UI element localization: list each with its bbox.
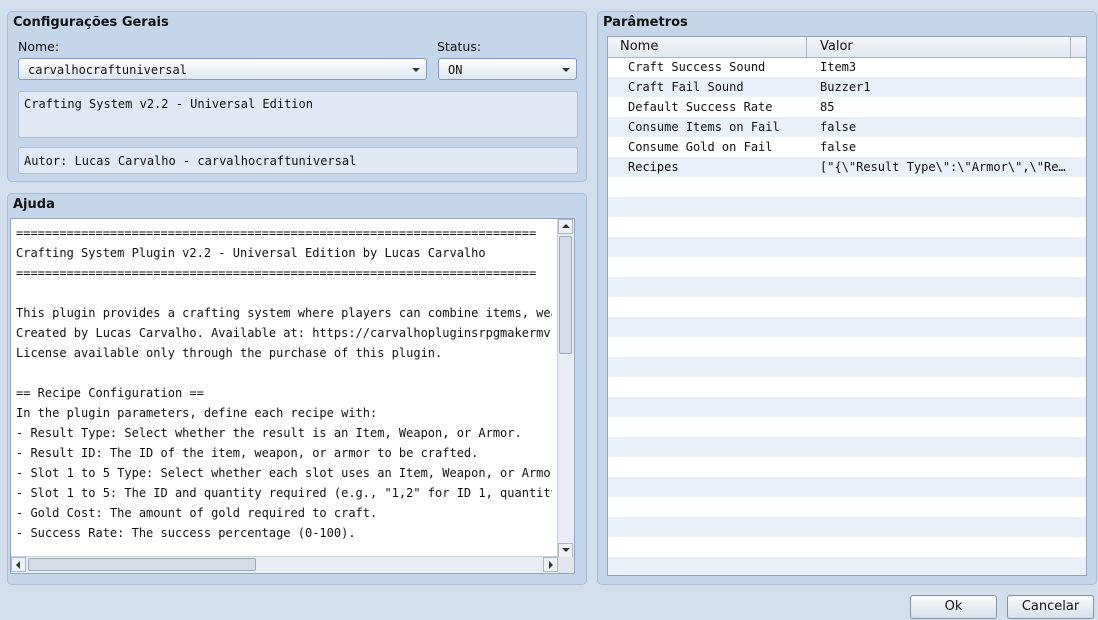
parameters-table-header: Nome Valor [608,37,1086,58]
parameters-title: Parâmetros [603,15,688,30]
column-divider [1070,37,1071,57]
param-value: Buzzer1 [820,80,871,94]
param-value: Item3 [820,60,857,74]
ok-button[interactable]: Ok [910,595,997,619]
empty-row [608,217,1086,237]
name-select[interactable]: carvalhocraftuniversal [18,58,427,80]
scroll-left-button[interactable] [11,557,26,572]
empty-row [608,277,1086,297]
empty-row [608,477,1086,497]
arrow-down-icon [562,548,570,552]
param-value: 85 [820,100,835,114]
empty-row [608,177,1086,197]
empty-row [608,357,1086,377]
empty-row [608,417,1086,437]
empty-row [608,337,1086,357]
help-title: Ajuda [13,197,55,212]
scroll-up-button[interactable] [558,219,573,234]
author-field[interactable]: Autor: Lucas Carvalho - carvalhocraftuni… [18,147,578,174]
status-select[interactable]: ON [438,58,577,80]
empty-row [608,297,1086,317]
table-row[interactable]: Default Success Rate 85 [608,97,1086,117]
empty-row [608,237,1086,257]
arrow-left-icon [16,561,20,569]
empty-row [608,537,1086,557]
empty-row [608,517,1086,537]
help-textbox[interactable]: ========================================… [10,218,575,574]
param-value: false [820,120,857,134]
parameters-table[interactable]: Nome Valor Craft Success Sound Item3 Craf… [607,36,1087,576]
param-name: Craft Fail Sound [628,80,744,94]
empty-row [608,397,1086,417]
empty-row [608,497,1086,517]
empty-row [608,377,1086,397]
general-settings-title: Configurações Gerais [13,15,169,30]
status-label: Status: [437,39,482,54]
table-row[interactable]: Recipes ["{\"Result Type\":\"Armor\",\"Re… [608,157,1086,177]
param-name: Craft Success Sound [628,60,766,74]
scroll-right-button[interactable] [543,557,558,572]
general-settings-panel: Configurações Gerais Nome: Status: carva… [7,11,587,182]
scroll-down-button[interactable] [558,543,573,558]
empty-row [608,317,1086,337]
author-text: Autor: Lucas Carvalho - carvalhocraftuni… [24,154,357,168]
column-divider [806,37,807,57]
vertical-scroll-thumb[interactable] [559,236,572,354]
table-row[interactable]: Craft Success Sound Item3 [608,57,1086,77]
table-row[interactable]: Consume Items on Fail false [608,117,1086,137]
arrow-up-icon [562,224,570,228]
description-text: Crafting System v2.2 - Universal Edition [24,97,313,111]
column-header-name[interactable]: Nome [620,39,658,54]
param-name: Consume Items on Fail [628,120,780,134]
scroll-corner [558,557,574,573]
param-name: Consume Gold on Fail [628,140,773,154]
empty-row [608,437,1086,457]
empty-row [608,197,1086,217]
empty-row [608,557,1086,575]
empty-row [608,457,1086,477]
chevron-down-icon [412,68,420,72]
param-value: ["{\"Result Type\":\"Armor\",\"Res… [820,160,1070,174]
horizontal-scroll-thumb[interactable] [28,558,256,571]
cancel-button[interactable]: Cancelar [1007,595,1094,619]
param-name: Recipes [628,160,679,174]
description-field[interactable]: Crafting System v2.2 - Universal Edition [18,91,578,138]
chevron-down-icon [562,68,570,72]
status-select-value: ON [448,63,463,77]
table-row[interactable]: Consume Gold on Fail false [608,137,1086,157]
arrow-right-icon [549,561,553,569]
name-select-value: carvalhocraftuniversal [28,63,187,77]
param-value: false [820,140,857,154]
empty-row [608,257,1086,277]
name-label: Nome: [18,39,60,54]
help-text: ========================================… [16,226,552,540]
parameters-table-body: Craft Success Sound Item3 Craft Fail Soun… [608,57,1086,575]
help-horizontal-scrollbar[interactable] [11,556,558,573]
help-vertical-scrollbar[interactable] [557,219,574,558]
column-header-value[interactable]: Valor [820,39,853,54]
param-name: Default Success Rate [628,100,773,114]
table-row[interactable]: Craft Fail Sound Buzzer1 [608,77,1086,97]
